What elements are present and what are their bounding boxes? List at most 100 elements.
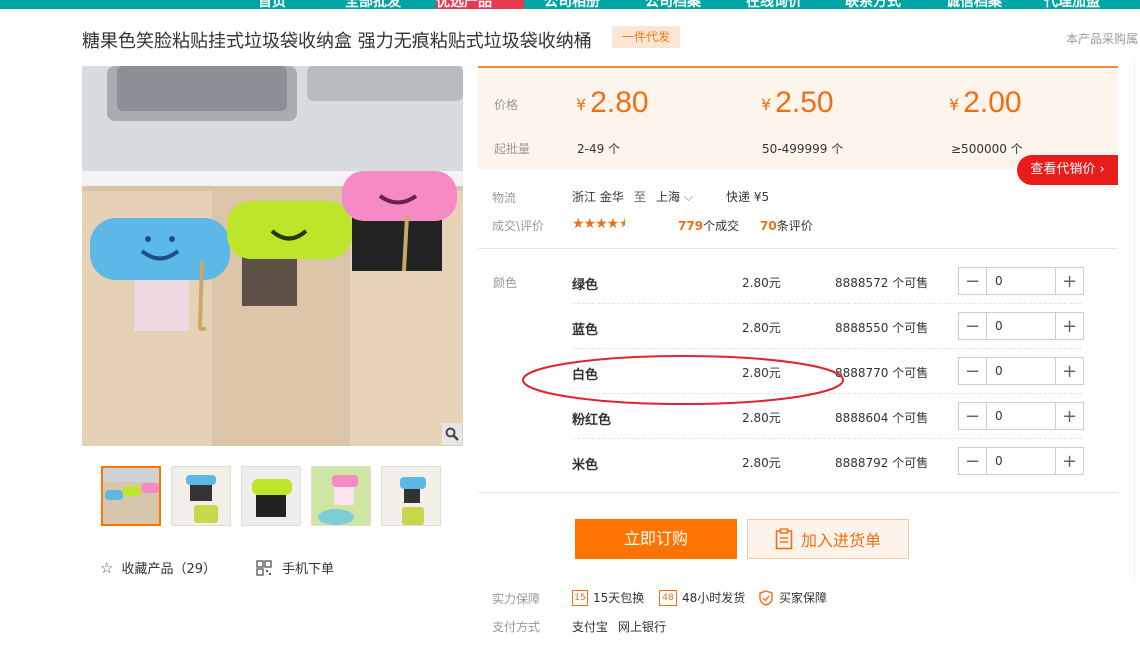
min-qty-label: 起批量 bbox=[494, 142, 531, 156]
color-price: 2.80元 bbox=[742, 321, 781, 335]
deals-count[interactable]: 779个成交 bbox=[678, 217, 739, 234]
fifteen-day-icon: 15 bbox=[572, 589, 588, 606]
page-edge bbox=[1134, 60, 1140, 580]
payment-bank: 网上银行 bbox=[618, 620, 667, 634]
minus-button[interactable]: − bbox=[959, 448, 987, 474]
buy-now-button[interactable]: 立即订购 bbox=[575, 519, 737, 559]
minus-button[interactable]: − bbox=[959, 358, 987, 384]
price-label: 价格 bbox=[494, 98, 519, 112]
magnifier-icon bbox=[445, 427, 459, 441]
color-name: 粉红色 bbox=[572, 413, 612, 428]
thumbnail-4[interactable] bbox=[311, 466, 371, 526]
color-stock: 8888604 个可售 bbox=[835, 411, 929, 425]
quantity-stepper: − 0 + bbox=[958, 267, 1084, 295]
quantity-stepper: − 0 + bbox=[958, 312, 1084, 340]
nav-item-inquiry[interactable]: 在线询价 bbox=[746, 0, 802, 9]
favorite-product-link[interactable]: ☆ 收藏产品（29） bbox=[100, 558, 216, 578]
nav-item-contact[interactable]: 联系方式 bbox=[845, 0, 901, 9]
plus-button[interactable]: + bbox=[1055, 268, 1083, 294]
quantity-input[interactable]: 0 bbox=[987, 313, 1055, 339]
guarantee-exchange[interactable]: 15 15天包换 bbox=[572, 589, 644, 606]
annotation-ellipse bbox=[522, 355, 844, 405]
quantity-stepper: − 0 + bbox=[958, 402, 1084, 430]
ship-to-word: 至 bbox=[634, 190, 647, 204]
minus-button[interactable]: − bbox=[959, 403, 987, 429]
logistics-label: 物流 bbox=[492, 191, 517, 205]
rating-stars: ★★★★★☆ bbox=[572, 216, 631, 232]
color-price: 2.80元 bbox=[742, 276, 781, 290]
shield-icon bbox=[759, 589, 773, 606]
ship-from: 浙江 金华 bbox=[572, 190, 624, 204]
color-price: 2.80元 bbox=[742, 456, 781, 470]
color-stock: 8888550 个可售 bbox=[835, 321, 929, 335]
chevron-down-icon: ⌵ bbox=[683, 190, 693, 204]
main-product-image bbox=[82, 66, 463, 446]
nav-item-wholesale[interactable]: 全部批发 bbox=[345, 0, 401, 9]
thumbnail-3[interactable] bbox=[241, 466, 301, 526]
qr-code-icon bbox=[256, 559, 272, 576]
clipboard-icon bbox=[775, 528, 793, 550]
price-tier-3: ¥2.00 bbox=[949, 86, 1022, 119]
minus-button[interactable]: − bbox=[959, 313, 987, 339]
rating-label: 成交\评价 bbox=[492, 219, 545, 233]
payment-alipay: 支付宝 bbox=[572, 620, 609, 634]
plus-button[interactable]: + bbox=[1055, 403, 1083, 429]
add-to-list-button[interactable]: 加入进货单 bbox=[747, 519, 909, 559]
add-to-list-label: 加入进货单 bbox=[800, 531, 881, 550]
quantity-input[interactable]: 0 bbox=[987, 403, 1055, 429]
quantity-input[interactable]: 0 bbox=[987, 358, 1055, 384]
express-fee: 快递 ¥5 bbox=[726, 190, 770, 204]
guarantee-buyer[interactable]: 买家保障 bbox=[758, 589, 827, 606]
color-name: 米色 bbox=[572, 458, 599, 473]
qty-tier-2: 50-499999 个 bbox=[762, 142, 844, 156]
quantity-input[interactable]: 0 bbox=[987, 448, 1055, 474]
agent-price-button[interactable]: 查看代销价 › bbox=[1017, 155, 1118, 185]
qty-tier-3: ≥500000 个 bbox=[951, 142, 1023, 156]
color-name: 蓝色 bbox=[572, 323, 599, 338]
quantity-stepper: − 0 + bbox=[958, 447, 1084, 475]
nav-item-credit[interactable]: 诚信档案 bbox=[946, 0, 1002, 9]
mobile-order-label: 手机下单 bbox=[282, 562, 335, 577]
quantity-input[interactable]: 0 bbox=[987, 268, 1055, 294]
color-stock: 8888770 个可售 bbox=[835, 366, 929, 380]
color-stock: 8888572 个可售 bbox=[835, 276, 929, 290]
row-separator bbox=[572, 302, 1082, 304]
quantity-stepper: − 0 + bbox=[958, 357, 1084, 385]
thumbnail-1[interactable] bbox=[101, 466, 161, 526]
color-name: 绿色 bbox=[572, 278, 599, 293]
price-panel: 价格 起批量 ¥2.80 ¥2.50 ¥2.00 2-49 个 50-49999… bbox=[478, 66, 1118, 169]
price-tier-2: ¥2.50 bbox=[761, 86, 834, 119]
zoom-button[interactable] bbox=[442, 423, 462, 445]
top-navigation: 首页 全部批发 优选产品 公司相册 公司档案 在线询价 联系方式 诚信档案 代理… bbox=[0, 0, 1140, 9]
minus-button[interactable]: − bbox=[959, 268, 987, 294]
dropship-badge: 一件代发 bbox=[612, 26, 680, 48]
color-row-blue: 蓝色 2.80元 8888550 个可售 − 0 + bbox=[572, 305, 1084, 349]
row-separator bbox=[572, 347, 1082, 349]
report-link[interactable]: 本产品采购属 bbox=[1066, 30, 1138, 47]
thumbnail-2[interactable] bbox=[171, 466, 231, 526]
plus-button[interactable]: + bbox=[1055, 448, 1083, 474]
forty-eight-hour-icon: 48 bbox=[659, 589, 677, 606]
section-divider bbox=[478, 248, 1118, 249]
ship-to-select[interactable]: 上海 ⌵ bbox=[656, 188, 693, 205]
star-outline-icon: ☆ bbox=[100, 558, 114, 577]
product-title: 糖果色笑脸粘贴挂式垃圾袋收纳盒 强力无痕粘贴式垃圾袋收纳桶 bbox=[82, 31, 592, 52]
qty-tier-1: 2-49 个 bbox=[577, 142, 621, 156]
price-tier-1: ¥2.80 bbox=[576, 86, 649, 119]
chevron-right-icon: › bbox=[1099, 162, 1105, 177]
plus-button[interactable]: + bbox=[1055, 358, 1083, 384]
nav-item-profile[interactable]: 公司档案 bbox=[645, 0, 701, 9]
nav-item-album[interactable]: 公司相册 bbox=[544, 0, 600, 9]
plus-button[interactable]: + bbox=[1055, 313, 1083, 339]
color-row-beige: 米色 2.80元 8888792 个可售 − 0 + bbox=[572, 440, 1084, 484]
guarantee-shipping[interactable]: 48 48小时发货 bbox=[659, 589, 745, 606]
nav-item-featured[interactable]: 优选产品 bbox=[436, 0, 524, 9]
mobile-order-link[interactable]: 手机下单 bbox=[256, 558, 334, 577]
color-stock: 8888792 个可售 bbox=[835, 456, 929, 470]
thumbnail-5[interactable] bbox=[381, 466, 441, 526]
nav-item-home[interactable]: 首页 bbox=[258, 0, 286, 9]
color-price: 2.80元 bbox=[742, 411, 781, 425]
color-label: 颜色 bbox=[493, 276, 518, 290]
nav-item-agency[interactable]: 代理加盟 bbox=[1044, 0, 1100, 9]
reviews-count[interactable]: 70条评价 bbox=[760, 217, 813, 234]
